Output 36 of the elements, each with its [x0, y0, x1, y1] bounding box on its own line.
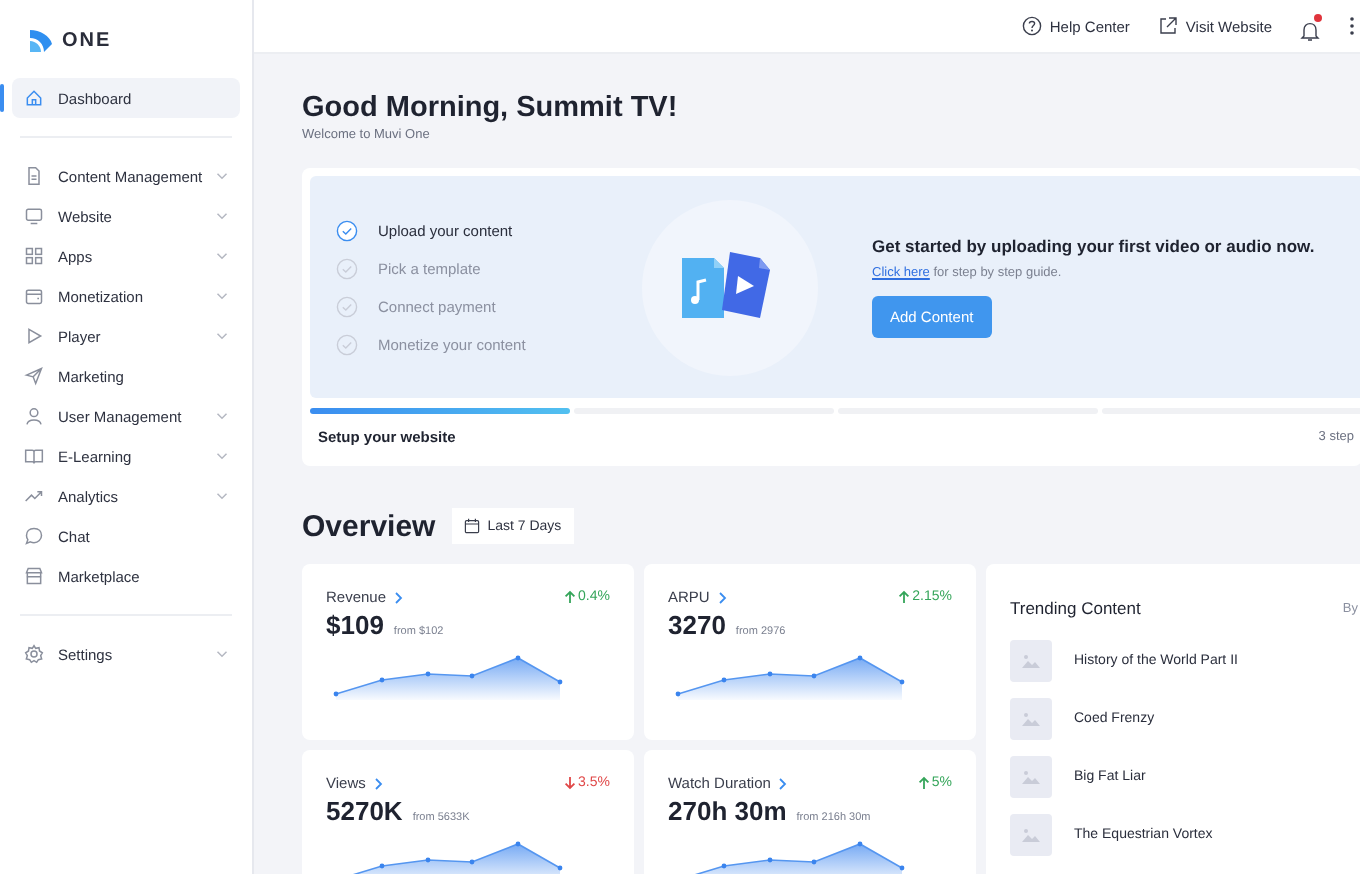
image-placeholder — [1010, 814, 1052, 856]
setup-headline: Get started by uploading your first video or audio now. — [872, 236, 1315, 256]
chevron-right-icon — [373, 777, 384, 789]
greeting-title: Good Morning, Summit TV! — [302, 92, 680, 124]
notification-bell-icon[interactable] — [1300, 15, 1320, 37]
image-placeholder — [1010, 698, 1052, 740]
more-options-icon[interactable] — [1348, 16, 1356, 36]
help-icon — [1021, 16, 1042, 36]
logo-icon — [28, 28, 54, 54]
trending-title: Trending Content — [1010, 598, 1141, 618]
settings-icon — [24, 644, 44, 664]
chevron-right-icon — [717, 591, 728, 603]
document-icon — [24, 166, 44, 186]
image-placeholder — [1010, 640, 1052, 682]
grid-icon — [24, 246, 44, 266]
stat-value: 5270K — [326, 796, 403, 826]
monitor-icon — [24, 206, 44, 226]
image-placeholder — [1010, 756, 1052, 798]
chat-bubble-icon — [24, 526, 44, 546]
book-icon — [24, 446, 44, 466]
store-icon — [24, 566, 44, 586]
home-icon — [24, 88, 44, 108]
chevron-right-icon — [394, 591, 405, 603]
play-icon — [24, 326, 44, 346]
chevron-right-icon — [778, 777, 789, 789]
paper-plane-icon — [24, 366, 44, 386]
trend-line-icon — [24, 486, 44, 506]
stat-value: 270h 30m — [668, 796, 787, 826]
user-icon — [24, 406, 44, 426]
logo-text: ONE — [62, 30, 112, 52]
calendar-icon — [463, 518, 480, 534]
stat-value: 3270 — [668, 610, 726, 640]
overview-title: Overview — [302, 509, 436, 543]
external-link-icon — [1157, 16, 1178, 36]
wallet-icon — [24, 286, 44, 306]
stat-value: $109 — [326, 610, 384, 640]
